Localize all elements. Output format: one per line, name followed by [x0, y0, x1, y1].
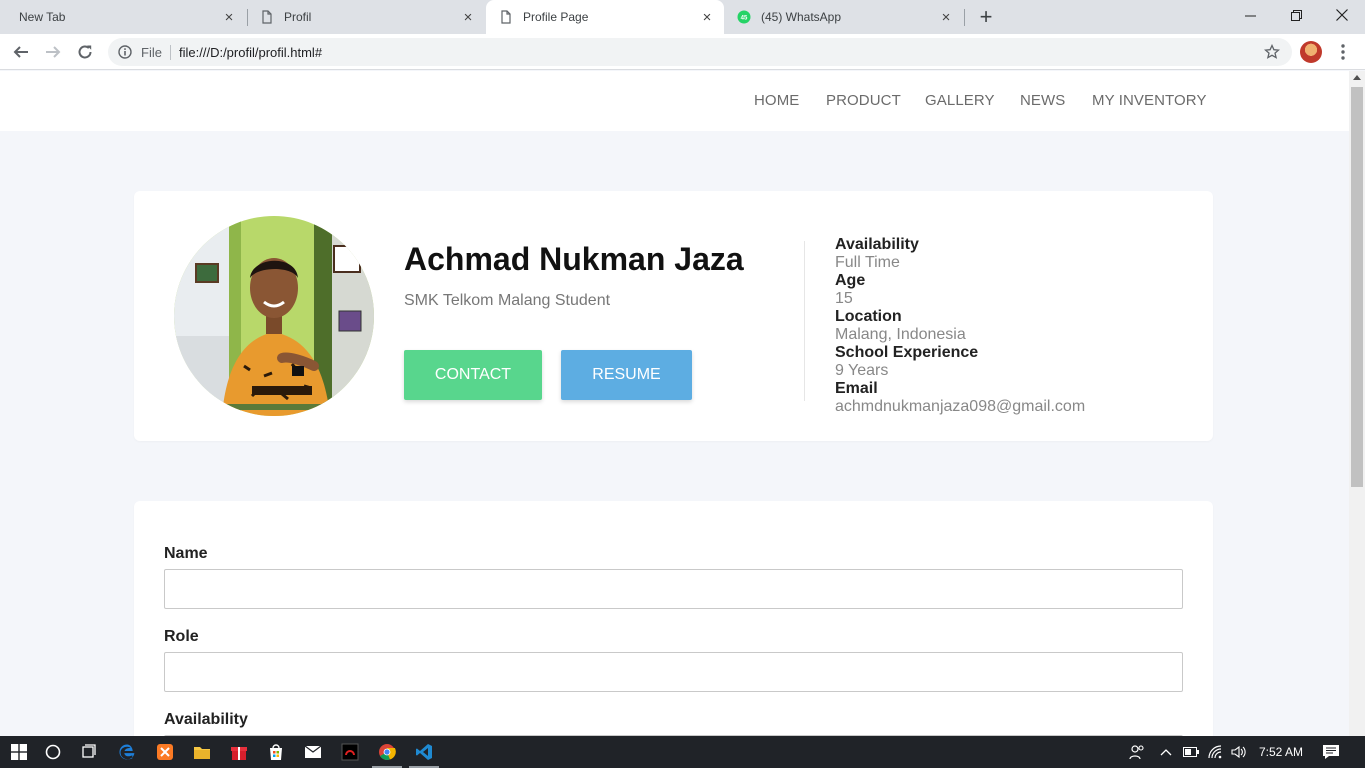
detail-label-location: Location — [835, 308, 902, 325]
role-field[interactable] — [164, 652, 1183, 692]
xampp-icon[interactable] — [146, 736, 184, 768]
divider — [804, 241, 805, 401]
star-icon[interactable] — [1264, 44, 1280, 60]
profile-name: Achmad Nukman Jaza — [404, 241, 744, 277]
profile-card: Achmad Nukman Jaza SMK Telkom Malang Stu… — [134, 191, 1213, 441]
maximize-icon[interactable] — [1273, 0, 1319, 30]
detail-label-email: Email — [835, 380, 878, 397]
reload-icon[interactable] — [73, 40, 97, 64]
address-bar[interactable]: File file:///D:/profil/profil.html# — [108, 38, 1292, 66]
cortana-icon[interactable] — [34, 736, 72, 768]
gift-icon[interactable] — [220, 736, 258, 768]
close-window-icon[interactable] — [1319, 0, 1365, 30]
page-viewport: HOME PRODUCT GALLERY NEWS MY INVENTORY A… — [0, 71, 1349, 736]
taskbar: 7:52 AM — [0, 736, 1365, 768]
windows-start-icon[interactable] — [0, 736, 38, 768]
profile-school: SMK Telkom Malang Student — [404, 292, 611, 309]
info-icon[interactable] — [118, 45, 132, 59]
tab-title: New Tab — [19, 10, 66, 24]
contact-button[interactable]: CONTACT — [404, 350, 542, 400]
name-field[interactable] — [164, 569, 1183, 609]
tab-title: Profile Page — [523, 10, 589, 24]
close-icon[interactable]: × — [939, 10, 953, 25]
tab-whatsapp[interactable]: 45 (45) WhatsApp × — [725, 0, 963, 34]
minimize-icon[interactable] — [1227, 0, 1273, 30]
nav-gallery[interactable]: GALLERY — [925, 92, 995, 109]
tab-divider — [964, 9, 965, 26]
tab-title: Profil — [284, 10, 312, 24]
detail-value-email[interactable]: achmdnukmanjaza098@gmail.com — [835, 398, 1195, 416]
whatsapp-badge: 45 — [741, 15, 748, 21]
close-icon[interactable]: × — [222, 10, 236, 25]
scroll-up-arrow-icon[interactable] — [1353, 75, 1361, 80]
forward-icon[interactable] — [41, 40, 65, 64]
tab-profile-page[interactable]: Profile Page × — [486, 0, 724, 34]
nav-product[interactable]: PRODUCT — [826, 92, 901, 109]
page-icon — [501, 10, 511, 24]
vscode-icon[interactable] — [405, 736, 443, 768]
detail-value-location: Malang, Indonesia — [835, 326, 966, 343]
back-icon[interactable] — [9, 40, 33, 64]
notification-icon[interactable] — [1322, 744, 1340, 760]
profile-details: Availability Full Time Age 15 Location M… — [835, 236, 1195, 416]
tab-new-tab[interactable]: New Tab × — [0, 0, 246, 34]
nav-my-inventory[interactable]: MY INVENTORY — [1092, 92, 1207, 109]
app-icon[interactable] — [331, 736, 369, 768]
clock[interactable]: 7:52 AM — [1259, 745, 1303, 759]
task-view-icon[interactable] — [70, 736, 108, 768]
page-scrollbar[interactable] — [1349, 71, 1365, 736]
tab-title: (45) WhatsApp — [761, 10, 842, 24]
whatsapp-icon: 45 — [737, 10, 751, 24]
nav-news[interactable]: NEWS — [1020, 92, 1065, 109]
detail-value-availability: Full Time — [835, 254, 900, 271]
url-text[interactable]: file:///D:/profil/profil.html# — [179, 45, 322, 60]
people-icon[interactable] — [1128, 744, 1146, 760]
chevron-up-icon[interactable] — [1157, 744, 1175, 760]
new-tab-icon[interactable]: + — [974, 4, 998, 29]
avatar[interactable] — [1300, 41, 1322, 63]
availability-label: Availability — [164, 711, 248, 728]
battery-icon[interactable] — [1182, 744, 1200, 760]
name-label: Name — [164, 545, 208, 562]
role-label: Role — [164, 628, 199, 645]
detail-label-age: Age — [835, 272, 866, 289]
scheme-label: File — [141, 45, 162, 60]
browser-toolbar: File file:///D:/profil/profil.html# — [0, 34, 1365, 70]
close-icon[interactable]: × — [461, 10, 475, 25]
tab-profil[interactable]: Profil × — [248, 0, 485, 34]
detail-label-availability: Availability — [835, 236, 919, 253]
wifi-icon[interactable] — [1207, 744, 1225, 760]
omnibox-divider — [170, 45, 171, 60]
volume-icon[interactable] — [1230, 744, 1248, 760]
detail-value-school-experience: 9 Years — [835, 362, 889, 379]
top-navigation: HOME PRODUCT GALLERY NEWS MY INVENTORY — [0, 71, 1349, 131]
file-explorer-icon[interactable] — [183, 736, 221, 768]
tab-strip: New Tab × Profil × Profile Page × 45 (45… — [0, 0, 1365, 34]
edge-icon[interactable] — [108, 736, 146, 768]
scroll-thumb[interactable] — [1351, 87, 1363, 487]
chrome-icon[interactable] — [368, 736, 406, 768]
store-icon[interactable] — [257, 736, 295, 768]
mail-icon[interactable] — [294, 736, 332, 768]
kebab-menu-icon[interactable] — [1337, 40, 1349, 64]
profile-form: Name Role Availability — [134, 501, 1213, 736]
nav-home[interactable]: HOME — [754, 92, 799, 109]
page-icon — [262, 10, 272, 24]
detail-value-age: 15 — [835, 290, 853, 307]
resume-button[interactable]: RESUME — [561, 350, 692, 400]
detail-label-school-experience: School Experience — [835, 344, 979, 361]
close-icon[interactable]: × — [700, 10, 714, 25]
profile-photo — [174, 216, 374, 416]
